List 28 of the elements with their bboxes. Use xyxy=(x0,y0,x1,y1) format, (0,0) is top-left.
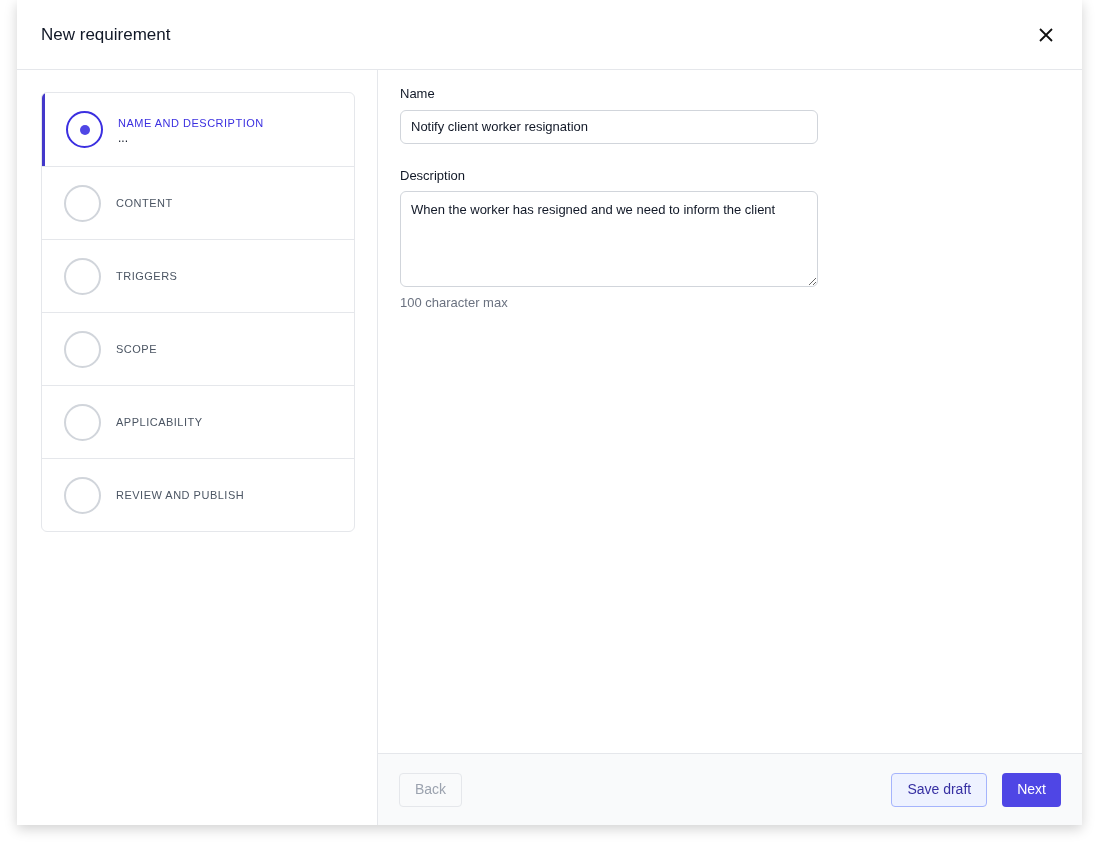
step-item[interactable]: CONTENT xyxy=(42,166,354,239)
field-hint: 100 character max xyxy=(400,294,509,312)
radio-empty-icon xyxy=(64,184,101,222)
step-label: TRIGGERS xyxy=(116,268,178,284)
step-label: APPLICABILITY xyxy=(116,414,203,430)
step-item[interactable]: SCOPE xyxy=(42,312,354,385)
step-label: SCOPE xyxy=(116,341,157,357)
radio-empty-icon xyxy=(64,330,101,368)
dialog-title: New requirement xyxy=(41,23,171,46)
close-icon xyxy=(1038,26,1054,43)
radio-selected-icon xyxy=(66,111,103,148)
description-textarea[interactable]: When the worker has resigned and we need to inform the client xyxy=(400,191,818,287)
step-item[interactable]: TRIGGERS xyxy=(42,239,354,312)
save-draft-button[interactable]: Save draft xyxy=(891,772,988,807)
step-item[interactable]: NAME AND DESCRIPTION ... xyxy=(42,93,354,166)
field-label: Name xyxy=(400,85,436,103)
radio-empty-icon xyxy=(64,403,101,441)
radio-empty-icon xyxy=(64,257,101,295)
step-item[interactable]: REVIEW AND PUBLISH xyxy=(42,458,354,531)
step-label: REVIEW AND PUBLISH xyxy=(116,487,245,503)
next-button[interactable]: Next xyxy=(1002,772,1061,807)
step-label: CONTENT xyxy=(116,195,173,211)
name-input[interactable]: Notify client worker resignation xyxy=(400,109,818,144)
step-label: NAME AND DESCRIPTION xyxy=(118,116,264,132)
step-subtitle: ... xyxy=(118,131,129,144)
radio-empty-icon xyxy=(64,476,101,514)
field-label: Description xyxy=(400,166,467,185)
step-item[interactable]: APPLICABILITY xyxy=(42,385,354,458)
